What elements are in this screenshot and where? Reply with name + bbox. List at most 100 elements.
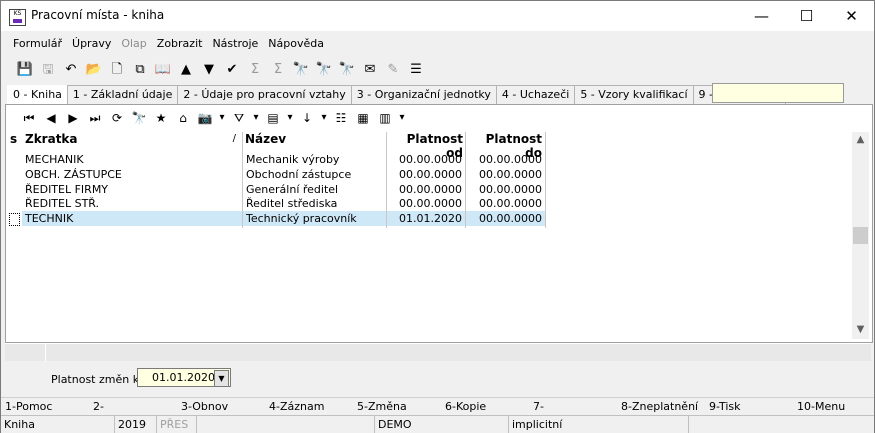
menu-item-4[interactable]: Nástroje [207,35,263,55]
scroll-up-icon[interactable]: ▲ [852,134,869,145]
find-next-icon[interactable]: 🔭 [314,59,334,79]
fkey-9[interactable]: 9-Tisk [709,400,741,413]
cell-zkratka[interactable]: MECHANIK [22,152,242,167]
save-as-icon[interactable]: 🖫 [38,59,58,79]
cell-platnost-od[interactable]: 00.00.0000 [387,167,465,182]
cell-platnost-od[interactable]: 01.01.2020 [387,211,465,227]
menu-item-2[interactable]: Olap [116,35,151,55]
scrollbar-thumb[interactable] [853,227,868,244]
menu-item-0[interactable]: Formulář [8,35,67,55]
cell-select[interactable] [7,211,22,227]
cell-nazev[interactable]: Generální ředitel [243,182,386,197]
new-document-icon[interactable]: 🗋 [107,59,127,79]
date-dropdown-button[interactable]: ▼ [214,370,229,387]
cell-platnost-od[interactable]: 00.00.0000 [387,196,465,211]
refresh-icon[interactable]: ⟳ [107,108,127,128]
find-icon[interactable]: 🔭 [291,59,311,79]
fkey-2[interactable]: 2- [93,400,104,413]
cell-nazev[interactable]: Mechanik výroby [243,152,386,167]
prev-record-icon[interactable]: ◀ [41,108,61,128]
copy-icon[interactable]: ⧉ [130,59,150,79]
list-icon[interactable]: ☷ [331,108,351,128]
sum-filter-icon[interactable]: Σ [268,59,288,79]
cell-zkratka[interactable]: TECHNIK [22,211,242,227]
cell-nazev[interactable]: Ředitel střediska [243,196,386,211]
dropdown-arrow-icon[interactable]: ▾ [397,108,407,128]
fkey-10[interactable]: 10-Menu [797,400,845,413]
cell-platnost-od[interactable]: 00.00.0000 [387,182,465,197]
table-row[interactable]: ŘEDITEL FIRMY Generální ředitel 00.00.0000… [7,182,545,197]
arrow-up-icon[interactable]: ▲ [176,59,196,79]
cell-zkratka[interactable]: OBCH. ZÁSTUPCE [22,167,242,182]
book-icon[interactable]: 📖 [153,59,173,79]
arrow-down-icon[interactable]: ▼ [199,59,219,79]
vertical-scrollbar[interactable]: ▲ ▼ [852,132,869,339]
dropdown-arrow-icon[interactable]: ▾ [319,108,329,128]
first-record-icon[interactable]: ⏮ [19,108,39,128]
excel-icon[interactable]: ▦ [353,108,373,128]
table-row[interactable]: TECHNIK Technický pracovník 01.01.2020 00.0… [7,211,545,227]
table-row[interactable]: OBCH. ZÁSTUPCE Obchodní zástupce 00.00.000… [7,167,545,182]
fkey-6[interactable]: 6-Kopie [445,400,486,413]
edit-note-icon[interactable]: ✎ [383,59,403,79]
cell-nazev[interactable]: Obchodní zástupce [243,167,386,182]
open-folder-icon[interactable]: 📂 [84,59,104,79]
undo-icon[interactable]: ↶ [61,59,81,79]
maximize-button[interactable]: ☐ [784,1,829,31]
menu-item-5[interactable]: Nápověda [263,35,329,55]
cell-platnost-do[interactable]: 00.00.0000 [466,182,545,197]
fkey-7[interactable]: 7- [533,400,544,413]
find-replace-icon[interactable]: 🔭 [337,59,357,79]
close-button[interactable]: ✕ [829,1,874,31]
sort-az-icon[interactable]: ↓ [297,108,317,128]
columns-icon[interactable]: ▤ [263,108,283,128]
table-row[interactable]: MECHANIK Mechanik výroby 00.00.0000 00.00.0… [7,152,545,167]
camera-icon[interactable]: 📷 [195,108,215,128]
cell-platnost-do[interactable]: 00.00.0000 [466,196,545,211]
tab-5[interactable]: 5 - Vzory kvalifikací [574,85,694,105]
cell-platnost-od[interactable]: 00.00.0000 [387,152,465,167]
menu-item-1[interactable]: Úpravy [67,35,116,55]
column-header-platnost-do[interactable]: Platnost do [466,132,545,160]
tab-0[interactable]: 0 - Kniha [7,85,68,105]
validity-date-field[interactable]: 01.01.2020 ▼ [137,368,231,387]
column-header-platnost-od[interactable]: Platnost od [387,132,466,160]
tab-3[interactable]: 3 - Organizační jednotky [350,85,497,105]
column-header-nazev[interactable]: Název [242,132,387,149]
fkey-5[interactable]: 5-Změna [357,400,407,413]
tab-1[interactable]: 1 - Základní údaje [66,85,179,105]
fkey-8[interactable]: 8-Zneplatnění [621,400,698,413]
cell-select[interactable] [7,167,22,182]
last-record-icon[interactable]: ⏭ [85,108,105,128]
folder-icon[interactable]: ⌂ [173,108,193,128]
search-icon[interactable]: 🔭 [129,108,149,128]
column-header-s[interactable]: s [7,132,22,149]
fkey-3[interactable]: 3-Obnov [181,400,228,413]
cell-platnost-do[interactable]: 00.00.0000 [466,167,545,182]
dropdown-arrow-icon[interactable]: ▾ [285,108,295,128]
tab-2[interactable]: 2 - Údaje pro pracovní vztahy [177,85,352,105]
minimize-button[interactable]: — [739,1,784,31]
cell-platnost-do[interactable]: 00.00.0000 [466,152,545,167]
cell-select[interactable] [7,152,22,167]
cell-select[interactable] [7,196,22,211]
table-row[interactable]: ŘEDITEL STŘ. Ředitel střediska 00.00.0000 0… [7,196,545,211]
filter-icon[interactable]: ⛛ [229,108,249,128]
next-record-icon[interactable]: ▶ [63,108,83,128]
cell-zkratka[interactable]: ŘEDITEL FIRMY [22,182,242,197]
save-icon[interactable]: 💾 [15,59,35,79]
sum-icon[interactable]: Σ [245,59,265,79]
mail-icon[interactable]: ✉ [360,59,380,79]
report-icon[interactable]: ▥ [375,108,395,128]
cell-zkratka[interactable]: ŘEDITEL STŘ. [22,196,242,211]
menu-item-3[interactable]: Zobrazit [152,35,208,55]
check-filter-icon[interactable]: ✔ [222,59,242,79]
cell-select[interactable] [7,182,22,197]
cell-platnost-do[interactable]: 00.00.0000 [466,211,545,227]
quick-search-input[interactable] [712,83,844,103]
fkey-1[interactable]: 1-Pomoc [5,400,52,413]
title-bar[interactable]: KS Pracovní místa - kniha — ☐ ✕ [1,1,874,31]
dropdown-arrow-icon[interactable]: ▾ [251,108,261,128]
column-header-zkratka[interactable]: Zkratka / [22,132,242,149]
cell-nazev[interactable]: Technický pracovník [243,211,386,227]
